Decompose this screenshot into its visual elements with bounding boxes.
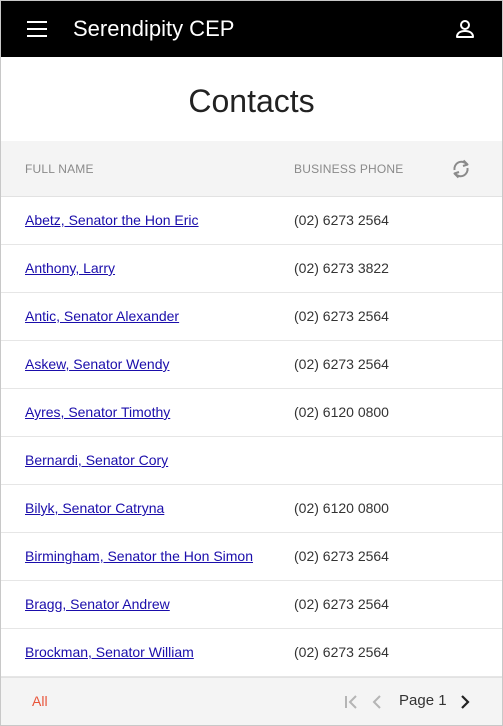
table-row: Bragg, Senator Andrew (02) 6273 2564 (1, 581, 502, 629)
contact-name-link[interactable]: Bragg, Senator Andrew (25, 596, 170, 612)
page-title: Contacts (188, 83, 315, 119)
table-body: Abetz, Senator the Hon Eric (02) 6273 25… (1, 197, 502, 677)
chevron-left-icon[interactable] (369, 694, 385, 710)
contact-name-link[interactable]: Bernardi, Senator Cory (25, 452, 168, 468)
contact-name-link[interactable]: Antic, Senator Alexander (25, 308, 179, 324)
table-row: Ayres, Senator Timothy (02) 6120 0800 (1, 389, 502, 437)
business-phone: (02) 6273 2564 (294, 212, 389, 228)
refresh-icon[interactable] (450, 158, 472, 180)
table-row: Bilyk, Senator Catryna (02) 6120 0800 (1, 485, 502, 533)
first-page-icon[interactable] (343, 694, 359, 710)
business-phone: (02) 6120 0800 (294, 500, 389, 516)
business-phone: (02) 6273 2564 (294, 308, 389, 324)
contact-name-link[interactable]: Birmingham, Senator the Hon Simon (25, 548, 253, 564)
account-icon[interactable] (454, 18, 476, 40)
contact-name-link[interactable]: Anthony, Larry (25, 260, 115, 276)
business-phone: (02) 6273 2564 (294, 356, 389, 372)
table-footer: All Page 1 (1, 677, 502, 725)
business-phone: (02) 6273 2564 (294, 548, 389, 564)
menu-icon[interactable] (27, 21, 47, 37)
app-window: Serendipity CEP Contacts FULL NAME BUSIN… (0, 0, 503, 726)
business-phone: (02) 6273 2564 (294, 596, 389, 612)
table-row: Bernardi, Senator Cory (1, 437, 502, 485)
contact-name-link[interactable]: Bilyk, Senator Catryna (25, 500, 164, 516)
table-row: Brockman, Senator William (02) 6273 2564 (1, 629, 502, 677)
app-bar: Serendipity CEP (1, 1, 502, 57)
business-phone: (02) 6120 0800 (294, 404, 389, 420)
contact-name-link[interactable]: Ayres, Senator Timothy (25, 404, 170, 420)
table-row: Abetz, Senator the Hon Eric (02) 6273 25… (1, 197, 502, 245)
page-indicator: Page 1 (399, 692, 447, 709)
app-title: Serendipity CEP (73, 16, 235, 41)
column-header-business-phone[interactable]: BUSINESS PHONE (294, 162, 404, 176)
table-row: Antic, Senator Alexander (02) 6273 2564 (1, 293, 502, 341)
table-row: Anthony, Larry (02) 6273 3822 (1, 245, 502, 293)
contact-name-link[interactable]: Askew, Senator Wendy (25, 356, 169, 372)
column-header-full-name[interactable]: FULL NAME (25, 162, 94, 176)
business-phone: (02) 6273 2564 (294, 644, 389, 660)
table-row: Birmingham, Senator the Hon Simon (02) 6… (1, 533, 502, 581)
table-row: Askew, Senator Wendy (02) 6273 2564 (1, 341, 502, 389)
contact-name-link[interactable]: Abetz, Senator the Hon Eric (25, 212, 199, 228)
filter-all-link[interactable]: All (32, 693, 48, 709)
table-header: FULL NAME BUSINESS PHONE (1, 141, 502, 197)
contact-name-link[interactable]: Brockman, Senator William (25, 644, 194, 660)
business-phone: (02) 6273 3822 (294, 260, 389, 276)
chevron-right-icon[interactable] (457, 694, 473, 710)
